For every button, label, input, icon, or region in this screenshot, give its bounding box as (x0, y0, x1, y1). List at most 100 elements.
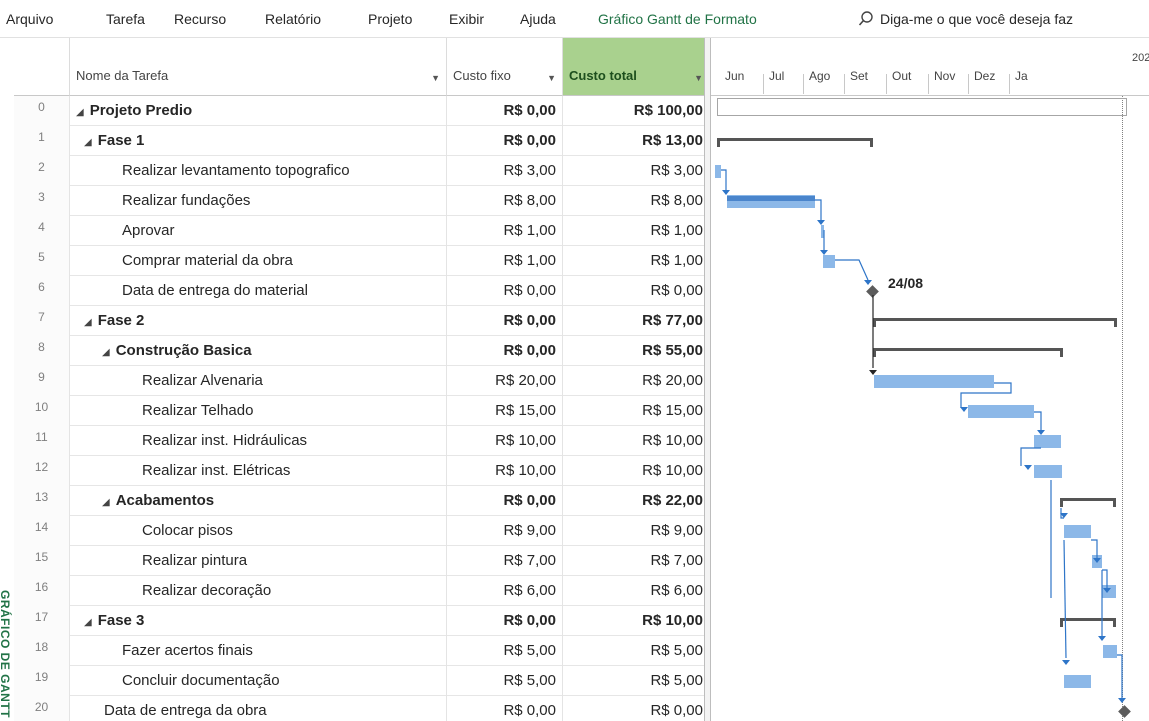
task-name-cell[interactable]: Realizar pintura (70, 546, 447, 576)
fixed-cost-cell[interactable]: R$ 0,00 (447, 96, 563, 126)
chevron-down-icon[interactable]: ▼ (694, 73, 703, 83)
collapse-triangle-icon[interactable]: ◢ (102, 347, 110, 358)
row-id[interactable]: 19 (14, 666, 70, 696)
total-cost-cell[interactable]: R$ 8,00 (563, 186, 710, 216)
total-cost-cell[interactable]: R$ 10,00 (563, 456, 710, 486)
row-id[interactable]: 7 (14, 306, 70, 336)
table-row[interactable]: 9 Realizar Alvenaria R$ 20,00 R$ 20,00 (14, 366, 710, 396)
tab-gantt-format[interactable]: Gráfico Gantt de Formato (598, 11, 757, 27)
fixed-cost-cell[interactable]: R$ 0,00 (447, 276, 563, 306)
tab-ajuda[interactable]: Ajuda (520, 11, 556, 27)
collapse-triangle-icon[interactable]: ◢ (84, 137, 92, 148)
tab-tarefa[interactable]: Tarefa (106, 11, 145, 27)
row-id[interactable]: 12 (14, 456, 70, 486)
task-name-cell[interactable]: Comprar material da obra (70, 246, 447, 276)
total-cost-cell[interactable]: R$ 13,00 (563, 126, 710, 156)
row-id[interactable]: 5 (14, 246, 70, 276)
row-id[interactable]: 9 (14, 366, 70, 396)
row-id[interactable]: 1 (14, 126, 70, 156)
table-row[interactable]: 2 Realizar levantamento topografico R$ 3,0… (14, 156, 710, 186)
task-name-cell[interactable]: Data de entrega do material (70, 276, 447, 306)
fixed-cost-cell[interactable]: R$ 20,00 (447, 366, 563, 396)
total-cost-cell[interactable]: R$ 6,00 (563, 576, 710, 606)
task-name-cell[interactable]: Realizar inst. Elétricas (70, 456, 447, 486)
total-cost-cell[interactable]: R$ 1,00 (563, 216, 710, 246)
fixed-cost-cell[interactable]: R$ 8,00 (447, 186, 563, 216)
header-task-name[interactable]: Nome da Tarefa ▼ (70, 38, 447, 96)
table-row[interactable]: 7 ◢ Fase 2 R$ 0,00 R$ 77,00 (14, 306, 710, 336)
collapse-triangle-icon[interactable]: ◢ (84, 617, 92, 628)
table-row[interactable]: 10 Realizar Telhado R$ 15,00 R$ 15,00 (14, 396, 710, 426)
task-name-cell[interactable]: Realizar decoração (70, 576, 447, 606)
table-row[interactable]: 19 Concluir documentação R$ 5,00 R$ 5,00 (14, 666, 710, 696)
fixed-cost-cell[interactable]: R$ 0,00 (447, 336, 563, 366)
total-cost-cell[interactable]: R$ 77,00 (563, 306, 710, 336)
tab-recurso[interactable]: Recurso (174, 11, 226, 27)
header-fixed-cost[interactable]: Custo fixo ▼ (447, 38, 563, 96)
tab-projeto[interactable]: Projeto (368, 11, 412, 27)
task-name-cell[interactable]: Colocar pisos (70, 516, 447, 546)
total-cost-cell[interactable]: R$ 15,00 (563, 396, 710, 426)
fixed-cost-cell[interactable]: R$ 5,00 (447, 666, 563, 696)
table-row[interactable]: 18 Fazer acertos finais R$ 5,00 R$ 5,00 (14, 636, 710, 666)
task-name-cell[interactable]: ◢ Fase 2 (70, 306, 447, 336)
fixed-cost-cell[interactable]: R$ 3,00 (447, 156, 563, 186)
row-id[interactable]: 20 (14, 696, 70, 721)
fixed-cost-cell[interactable]: R$ 0,00 (447, 696, 563, 721)
row-id[interactable]: 14 (14, 516, 70, 546)
task-name-cell[interactable]: ◢ Acabamentos (70, 486, 447, 516)
table-row[interactable]: 0 ◢ Projeto Predio R$ 0,00 R$ 100,00 (14, 96, 710, 126)
total-cost-cell[interactable]: R$ 3,00 (563, 156, 710, 186)
task-name-cell[interactable]: ◢ Fase 3 (70, 606, 447, 636)
table-row[interactable]: 17 ◢ Fase 3 R$ 0,00 R$ 10,00 (14, 606, 710, 636)
table-row[interactable]: 8 ◢ Construção Basica R$ 0,00 R$ 55,00 (14, 336, 710, 366)
table-row[interactable]: 4 Aprovar R$ 1,00 R$ 1,00 (14, 216, 710, 246)
tab-exibir[interactable]: Exibir (449, 11, 484, 27)
collapse-triangle-icon[interactable]: ◢ (76, 107, 84, 118)
task-name-cell[interactable]: ◢ Construção Basica (70, 336, 447, 366)
task-name-cell[interactable]: ◢ Fase 1 (70, 126, 447, 156)
tab-arquivo[interactable]: Arquivo (6, 11, 53, 27)
task-name-cell[interactable]: Realizar inst. Hidráulicas (70, 426, 447, 456)
row-id[interactable]: 11 (14, 426, 70, 456)
table-row[interactable]: 1 ◢ Fase 1 R$ 0,00 R$ 13,00 (14, 126, 710, 156)
fixed-cost-cell[interactable]: R$ 10,00 (447, 426, 563, 456)
task-name-cell[interactable]: Realizar Telhado (70, 396, 447, 426)
row-id[interactable]: 13 (14, 486, 70, 516)
table-row[interactable]: 15 Realizar pintura R$ 7,00 R$ 7,00 (14, 546, 710, 576)
total-cost-cell[interactable]: R$ 0,00 (563, 696, 710, 721)
row-id[interactable]: 4 (14, 216, 70, 246)
fixed-cost-cell[interactable]: R$ 1,00 (447, 246, 563, 276)
total-cost-cell[interactable]: R$ 7,00 (563, 546, 710, 576)
fixed-cost-cell[interactable]: R$ 0,00 (447, 606, 563, 636)
table-row[interactable]: 6 Data de entrega do material R$ 0,00 R$ 0,… (14, 276, 710, 306)
row-id[interactable]: 2 (14, 156, 70, 186)
fixed-cost-cell[interactable]: R$ 5,00 (447, 636, 563, 666)
row-id[interactable]: 0 (14, 96, 70, 126)
total-cost-cell[interactable]: R$ 10,00 (563, 426, 710, 456)
row-id[interactable]: 15 (14, 546, 70, 576)
row-id[interactable]: 3 (14, 186, 70, 216)
total-cost-cell[interactable]: R$ 22,00 (563, 486, 710, 516)
total-cost-cell[interactable]: R$ 0,00 (563, 276, 710, 306)
total-cost-cell[interactable]: R$ 20,00 (563, 366, 710, 396)
fixed-cost-cell[interactable]: R$ 0,00 (447, 306, 563, 336)
table-row[interactable]: 5 Comprar material da obra R$ 1,00 R$ 1,00 (14, 246, 710, 276)
total-cost-cell[interactable]: R$ 5,00 (563, 636, 710, 666)
row-id[interactable]: 17 (14, 606, 70, 636)
total-cost-cell[interactable]: R$ 100,00 (563, 96, 710, 126)
table-row[interactable]: 12 Realizar inst. Elétricas R$ 10,00 R$ 10,… (14, 456, 710, 486)
fixed-cost-cell[interactable]: R$ 9,00 (447, 516, 563, 546)
fixed-cost-cell[interactable]: R$ 7,00 (447, 546, 563, 576)
fixed-cost-cell[interactable]: R$ 0,00 (447, 126, 563, 156)
table-row[interactable]: 16 Realizar decoração R$ 6,00 R$ 6,00 (14, 576, 710, 606)
task-name-cell[interactable]: Realizar fundações (70, 186, 447, 216)
task-name-cell[interactable]: Realizar Alvenaria (70, 366, 447, 396)
search-icon[interactable] (858, 10, 874, 28)
header-total-cost[interactable]: Custo total ▼ (563, 38, 710, 96)
row-id[interactable]: 18 (14, 636, 70, 666)
table-row[interactable]: 3 Realizar fundações R$ 8,00 R$ 8,00 (14, 186, 710, 216)
table-row[interactable]: 14 Colocar pisos R$ 9,00 R$ 9,00 (14, 516, 710, 546)
collapse-triangle-icon[interactable]: ◢ (102, 497, 110, 508)
row-id[interactable]: 10 (14, 396, 70, 426)
